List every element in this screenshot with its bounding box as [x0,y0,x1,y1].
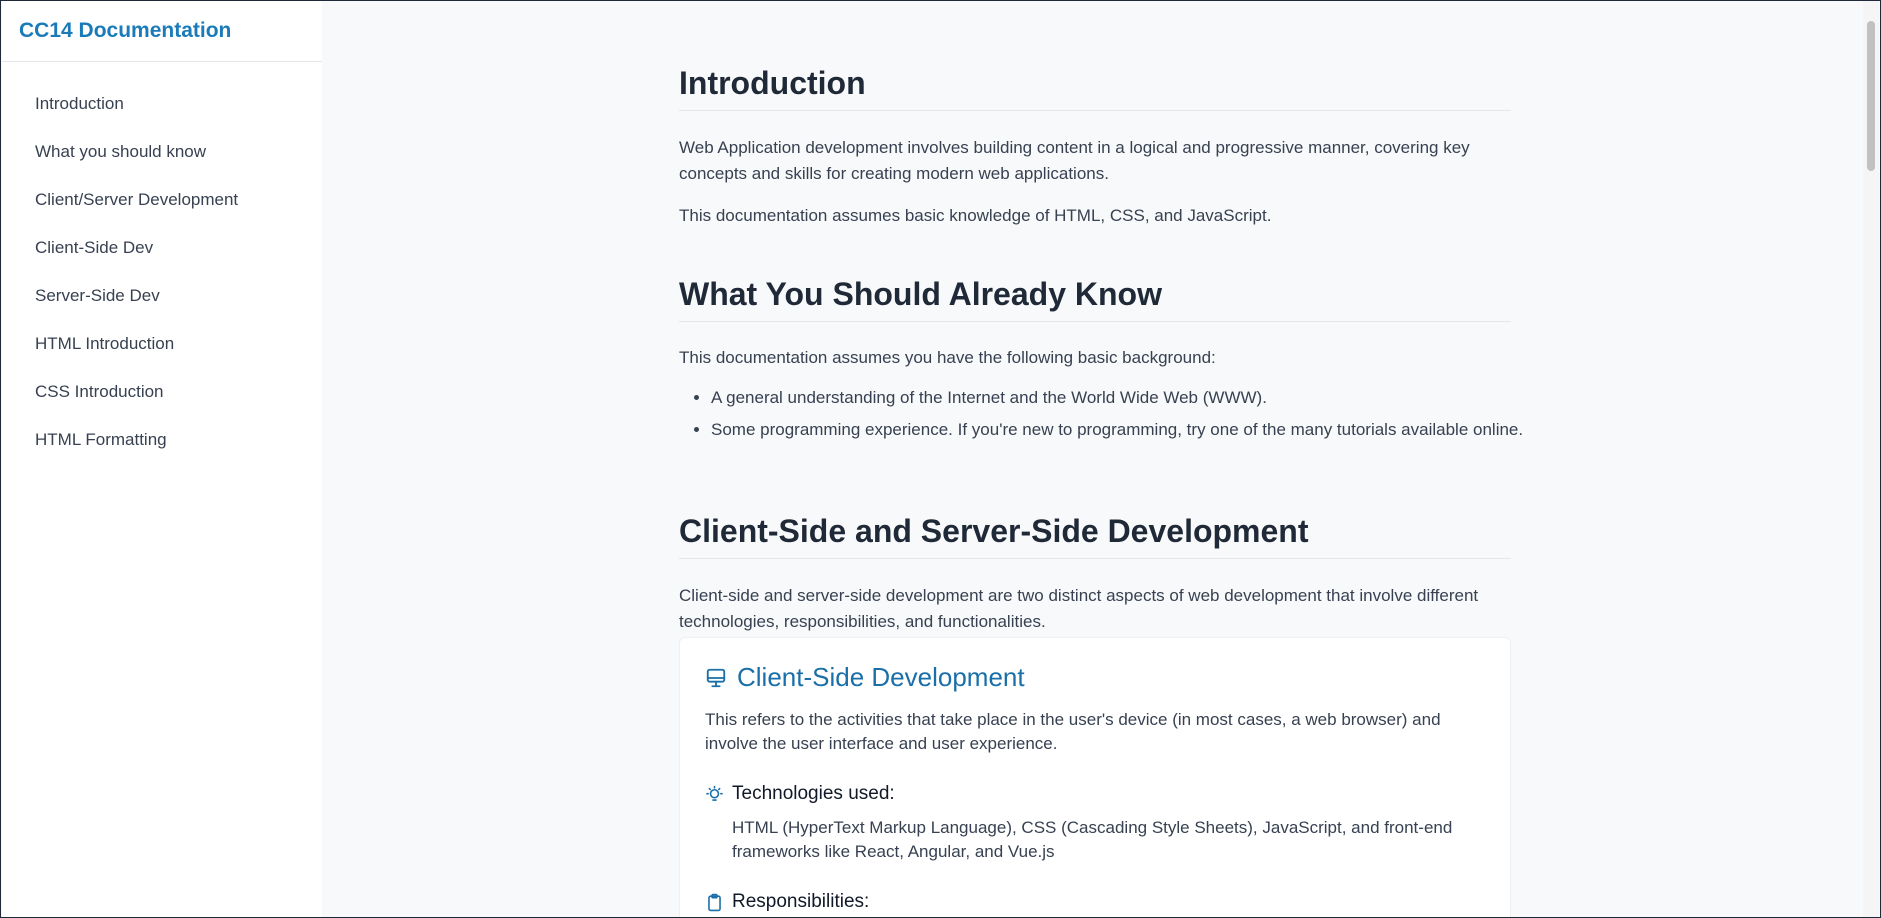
card-description: This refers to the activities that take … [705,710,1441,753]
list-item: Some programming experience. If you're n… [711,418,1531,442]
sidebar-item-html-formatting[interactable]: HTML Formatting [2,416,322,464]
know-heading: What You Should Already Know [679,276,1511,322]
know-list: A general understanding of the Internet … [679,386,1531,450]
sidebar-nav: Introduction What you should know Client… [2,62,322,464]
technologies-text: HTML (HyperText Markup Language), CSS (C… [732,818,1453,861]
responsibilities-heading-row: Responsibilities: [705,891,869,913]
sidebar-item-introduction[interactable]: Introduction [2,80,322,128]
sidebar-item-html-introduction[interactable]: HTML Introduction [2,320,322,368]
client-server-heading: Client-Side and Server-Side Development [679,513,1511,559]
client-server-paragraph: Client-side and server-side development … [679,586,1479,631]
sidebar-item-css-introduction[interactable]: CSS Introduction [2,368,322,416]
sidebar-item-server-side-dev[interactable]: Server-Side Dev [2,272,322,320]
lightbulb-icon [705,785,724,804]
sidebar-item-client-server-development[interactable]: Client/Server Development [2,176,322,224]
scrollbar-thumb[interactable] [1867,21,1875,171]
technologies-heading-row: Technologies used: [705,783,895,805]
card-title-row: Client-Side Development [705,662,1025,693]
vertical-scrollbar[interactable] [1863,1,1879,917]
list-item: A general understanding of the Internet … [711,386,1531,410]
intro-paragraph-1: Web Application development involves bui… [679,138,1470,183]
intro-paragraph-2: This documentation assumes basic knowled… [679,206,1272,225]
client-side-card: Client-Side Development This refers to t… [679,637,1511,917]
brand-title[interactable]: CC14 Documentation [2,1,322,62]
responsibilities-heading: Responsibilities: [732,891,870,912]
card-title: Client-Side Development [737,662,1025,692]
app-window: CC14 Documentation Introduction What you… [0,0,1881,918]
sidebar-item-what-you-should-know[interactable]: What you should know [2,128,322,176]
clipboard-icon [705,893,724,912]
technologies-heading: Technologies used: [732,783,895,804]
sidebar: CC14 Documentation Introduction What you… [2,1,322,917]
sidebar-item-client-side-dev[interactable]: Client-Side Dev [2,224,322,272]
know-paragraph: This documentation assumes you have the … [679,348,1216,367]
monitor-icon [705,667,727,689]
intro-heading: Introduction [679,65,1511,111]
